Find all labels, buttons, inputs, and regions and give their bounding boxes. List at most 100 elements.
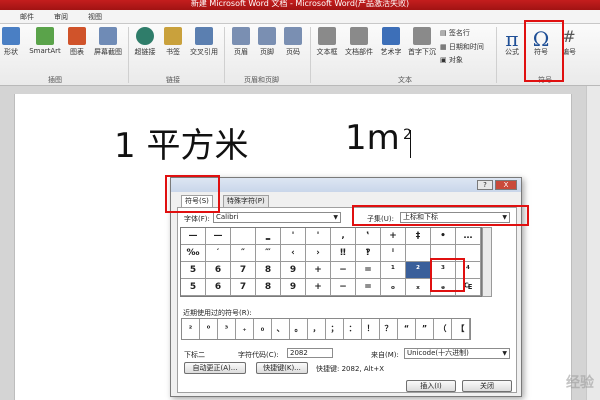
recent-symbol-cell[interactable]: ³ bbox=[218, 319, 236, 339]
recent-symbol-cell[interactable]: ₀ bbox=[254, 319, 272, 339]
symbol-cell[interactable]: ‗ bbox=[256, 228, 281, 245]
equation-button[interactable]: π 公式 bbox=[500, 27, 524, 57]
recent-symbol-cell[interactable]: ！ bbox=[362, 319, 380, 339]
symbol-cell[interactable]: + bbox=[381, 228, 406, 245]
shortcut-key-button[interactable]: 快捷键(K)... bbox=[256, 362, 308, 374]
font-select[interactable]: Calibri ▼ bbox=[213, 212, 341, 223]
shortcut-key-text: 快捷键: 2082, Alt+X bbox=[316, 365, 384, 373]
group-label-illustrations: 插图 bbox=[48, 76, 62, 84]
symbol-cell[interactable]: − bbox=[331, 262, 356, 279]
tab-special-characters[interactable]: 特殊字符(P) bbox=[223, 195, 269, 207]
tab-view[interactable]: 视图 bbox=[88, 12, 102, 22]
recent-symbol-cell[interactable]: 【 bbox=[452, 319, 470, 339]
recent-symbol-cell[interactable]: ： bbox=[344, 319, 362, 339]
quickparts-button[interactable]: 文档部件 bbox=[342, 27, 376, 57]
dialog-titlebar[interactable]: ? X bbox=[171, 178, 521, 192]
symbol-cell[interactable]: − bbox=[331, 279, 356, 296]
recent-symbols-label: 近期使用过的符号(R): bbox=[183, 309, 252, 317]
symbol-cell[interactable]: ₓ bbox=[406, 279, 431, 296]
symbol-cell[interactable]: 9 bbox=[281, 279, 306, 296]
symbol-cell[interactable]: 8 bbox=[256, 279, 281, 296]
help-button[interactable]: ? bbox=[477, 180, 493, 190]
symbol-cell[interactable]: + bbox=[306, 262, 331, 279]
signature-line-button[interactable]: ▤ 签名行 bbox=[440, 28, 470, 38]
header-icon bbox=[232, 27, 250, 45]
group-separator bbox=[224, 27, 225, 83]
symbol-cell[interactable]: ' bbox=[306, 228, 331, 245]
symbol-cell[interactable]: ‼ bbox=[331, 245, 356, 262]
recent-symbol-cell[interactable]: （ bbox=[434, 319, 452, 339]
symbol-cell[interactable]: ₒ bbox=[381, 279, 406, 296]
symbol-cell[interactable]: ‚ bbox=[331, 228, 356, 245]
symbol-cell[interactable]: ‹ bbox=[281, 245, 306, 262]
chart-button[interactable]: 图表 bbox=[64, 27, 90, 57]
symbol-cell[interactable]: 6 bbox=[206, 262, 231, 279]
date-time-button[interactable]: ▦ 日期和时间 bbox=[440, 42, 484, 52]
vertical-scrollbar[interactable] bbox=[586, 86, 600, 400]
recent-symbol-cell[interactable]: ₊ bbox=[236, 319, 254, 339]
footer-button[interactable]: 页脚 bbox=[254, 27, 280, 57]
object-button[interactable]: ▣ 对象 bbox=[440, 55, 463, 65]
textbox-button[interactable]: 文本框 bbox=[312, 27, 342, 57]
symbol-cell[interactable]: ² bbox=[406, 262, 431, 279]
bookmark-button[interactable]: 书签 bbox=[160, 27, 186, 57]
autocorrect-button[interactable]: 自动更正(A)... bbox=[184, 362, 246, 374]
symbol-cell[interactable]: 7 bbox=[231, 279, 256, 296]
symbol-cell[interactable]: — bbox=[206, 228, 231, 245]
symbol-cell[interactable]: ¹ bbox=[381, 262, 406, 279]
symbol-cell[interactable]: ′ bbox=[206, 245, 231, 262]
smartart-button[interactable]: SmartArt bbox=[26, 27, 64, 55]
recent-symbol-cell[interactable]: 。 bbox=[290, 319, 308, 339]
header-button[interactable]: 页眉 bbox=[228, 27, 254, 57]
symbol-cell[interactable]: ‴ bbox=[256, 245, 281, 262]
recent-symbol-cell[interactable]: ； bbox=[326, 319, 344, 339]
symbol-grid-scrollbar[interactable] bbox=[482, 227, 492, 297]
recent-symbol-cell[interactable]: ” bbox=[416, 319, 434, 339]
symbol-cell[interactable]: = bbox=[356, 262, 381, 279]
symbol-cell[interactable]: … bbox=[456, 228, 481, 245]
symbol-cell[interactable]: ″ bbox=[231, 245, 256, 262]
symbol-cell[interactable]: — bbox=[181, 228, 206, 245]
tab-mailings[interactable]: 邮件 bbox=[20, 12, 34, 22]
char-code-input[interactable]: 2082 bbox=[287, 348, 333, 358]
symbol-cell[interactable] bbox=[406, 245, 431, 262]
dropcap-button[interactable]: 首字下沉 bbox=[406, 27, 438, 57]
hyperlink-button[interactable]: 超链接 bbox=[130, 27, 160, 57]
pagenumber-button[interactable]: 页码 bbox=[280, 27, 306, 57]
symbol-cell[interactable]: ‰ bbox=[181, 245, 206, 262]
symbol-cell[interactable]: ' bbox=[281, 228, 306, 245]
recent-symbol-cell[interactable]: ， bbox=[308, 319, 326, 339]
symbol-cell[interactable]: + bbox=[306, 279, 331, 296]
symbol-cell[interactable]: = bbox=[356, 279, 381, 296]
recent-symbol-cell[interactable]: “ bbox=[398, 319, 416, 339]
wordart-button[interactable]: 艺术字 bbox=[376, 27, 406, 57]
symbol-cell[interactable]: › bbox=[306, 245, 331, 262]
recent-symbol-cell[interactable]: ？ bbox=[380, 319, 398, 339]
symbol-cell[interactable]: 6 bbox=[206, 279, 231, 296]
watermark: 经验 bbox=[566, 375, 594, 391]
symbol-cell[interactable]: ‽ bbox=[356, 245, 381, 262]
symbol-cell[interactable] bbox=[231, 228, 256, 245]
tab-review[interactable]: 审阅 bbox=[54, 12, 68, 22]
symbol-cell[interactable]: ⁱ bbox=[381, 245, 406, 262]
recent-symbol-cell[interactable]: ² bbox=[182, 319, 200, 339]
from-select[interactable]: Unicode(十六进制) ▼ bbox=[404, 348, 510, 359]
close-button[interactable]: 关闭 bbox=[462, 380, 512, 392]
insert-button[interactable]: 插入(I) bbox=[406, 380, 456, 392]
text-caret bbox=[410, 130, 411, 158]
shapes-button[interactable]: 形状 bbox=[0, 27, 24, 57]
symbol-cell[interactable]: • bbox=[431, 228, 456, 245]
symbol-cell[interactable]: 8 bbox=[256, 262, 281, 279]
crossref-button[interactable]: 交叉引用 bbox=[186, 27, 222, 57]
symbol-cell[interactable]: ‛ bbox=[356, 228, 381, 245]
symbol-cell[interactable]: 7 bbox=[231, 262, 256, 279]
symbol-cell[interactable]: ‡ bbox=[406, 228, 431, 245]
symbol-cell[interactable]: 5 bbox=[181, 262, 206, 279]
recent-symbol-cell[interactable]: ⁰ bbox=[200, 319, 218, 339]
symbol-cell[interactable]: 5 bbox=[181, 279, 206, 296]
recent-symbol-cell[interactable]: 、 bbox=[272, 319, 290, 339]
symbol-cell[interactable]: 9 bbox=[281, 262, 306, 279]
close-dialog-button[interactable]: X bbox=[495, 180, 517, 190]
screenshot-button[interactable]: 屏幕截图 bbox=[90, 27, 126, 57]
group-label-text: 文本 bbox=[398, 76, 412, 84]
